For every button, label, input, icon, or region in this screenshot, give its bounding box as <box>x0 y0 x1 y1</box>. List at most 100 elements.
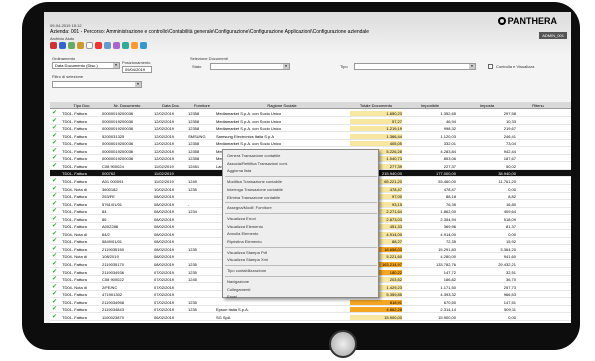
table-cell: 227,37 <box>443 163 456 169</box>
context-menu-item[interactable]: Visualizza Errori <box>227 215 377 222</box>
table-cell: TD01- Fattura <box>62 314 87 320</box>
context-menu-item[interactable]: Assegna/Modif. Fornitore <box>227 204 377 211</box>
context-menu-item[interactable]: Tipo contabilizzazione <box>227 267 377 274</box>
table-row[interactable]: ✔ TD01- Fattura 5200031325 12/02/2019 SMSUNG… <box>50 133 571 140</box>
table-cell: 12451 <box>188 163 200 169</box>
checkmark-icon: ✔ <box>52 117 58 124</box>
context-menu-item[interactable]: Associa/Rettifica Transazioni cont. <box>227 160 377 167</box>
table-cell: 12/02/2019 <box>154 126 175 132</box>
checkmark-icon: ✔ <box>52 276 58 283</box>
main-menu[interactable]: Archivio Aiuto <box>50 36 74 41</box>
table-row[interactable]: ✔ TD01- Fattura 00000019200036 12/02/2019 12… <box>50 118 571 125</box>
table-row[interactable]: ✔ TD01- Fattura 1100023870 06/02/2019 SG SpA… <box>50 314 571 321</box>
controlla-checkbox[interactable] <box>488 64 493 69</box>
table-cell: 2/FE/NC <box>102 284 118 290</box>
table-cell: 12358 <box>188 148 200 154</box>
table-cell: 64/2 <box>102 231 110 237</box>
table-cell: TD01- Fattura <box>62 216 87 222</box>
table-cell: 0,00 <box>508 186 516 192</box>
posizionamento-input[interactable]: 09/04/2019 <box>122 66 152 73</box>
table-cell: 72,35 <box>445 239 456 245</box>
table-row[interactable]: ✔ TD01- Fattura 2119034843 07/02/2019 1235 Ep… <box>50 306 571 314</box>
table-cell: C08 900022 <box>102 277 124 283</box>
menu-separator <box>225 265 377 267</box>
context-menu-item[interactable]: Excel <box>227 293 377 300</box>
checkmark-icon: ✔ <box>52 177 58 184</box>
table-cell: 12/02/2019 <box>154 133 175 139</box>
context-menu-item[interactable]: Genera Transazione contabile <box>227 152 377 159</box>
checkmark-icon: ✔ <box>52 110 58 116</box>
table-row[interactable]: ✔ TD01- Fattura 00000019200036 12/02/2019 12… <box>50 140 571 148</box>
table-cell: 12/02/2019 <box>154 148 175 154</box>
brand-logo: PANTHERA <box>497 16 557 26</box>
table-cell: 11.761,20 <box>498 178 517 184</box>
table-row[interactable]: ✔ TD01- Fattura 00000019200036 12/02/2019 12… <box>50 110 571 117</box>
new-icon[interactable] <box>59 42 66 49</box>
table-cell: 853,06 <box>443 156 456 162</box>
context-menu-item[interactable]: Visualizza Stampa Xml <box>227 256 377 263</box>
search-icon[interactable] <box>113 42 120 49</box>
home-button[interactable] <box>329 330 357 358</box>
table-cell: 941,60 <box>503 254 516 260</box>
column-header[interactable]: Tipo Doc. <box>62 103 102 108</box>
context-menu-item[interactable]: Visualizza Stampa Pdf <box>227 249 377 256</box>
table-cell: 76,35 <box>445 201 456 207</box>
context-menu-item[interactable]: Annulla Elemento <box>227 230 377 237</box>
ordinamento-select[interactable]: Data Documento (Disc.) ▼ <box>52 62 120 69</box>
copy-icon[interactable] <box>68 42 75 49</box>
context-menu-item[interactable]: Interroga Transazione contabile <box>227 186 377 193</box>
column-header[interactable]: Fornitore <box>188 103 216 108</box>
table-cell: 15.900,00 <box>438 314 456 320</box>
stato-select[interactable]: ▼ <box>210 63 290 70</box>
column-header[interactable]: Nr. Documento <box>102 103 152 108</box>
export-icon[interactable] <box>140 42 147 49</box>
table-cell: TD01- Fattura <box>62 156 87 162</box>
table-cell: 4.283,84 <box>440 148 456 154</box>
column-header[interactable]: Imponibile <box>404 103 456 108</box>
column-header[interactable]: Imposta <box>458 103 516 108</box>
menu-separator <box>225 202 377 204</box>
context-menu-item[interactable]: Collegamenti <box>227 286 377 293</box>
table-cell: 147,72 <box>443 269 456 275</box>
refresh-icon[interactable] <box>50 42 57 49</box>
column-header[interactable]: Ragione Sociale <box>216 103 348 108</box>
context-menu-item[interactable]: Aggiorna lista <box>227 167 377 174</box>
checkmark-icon: ✔ <box>52 253 58 260</box>
save-icon[interactable] <box>104 42 111 49</box>
edit-icon[interactable] <box>77 42 84 49</box>
table-cell: 08/02/2019 <box>154 254 175 260</box>
column-header[interactable]: Data Doc. <box>154 103 188 108</box>
checkmark-icon: ✔ <box>52 215 58 222</box>
tipo-select[interactable]: ▼ <box>354 63 476 70</box>
table-cell: TD01- Fattura <box>62 141 87 147</box>
checkmark-icon: ✔ <box>52 283 58 290</box>
table-cell: 2119035170 <box>102 262 124 267</box>
table-cell: 166,82 <box>443 277 456 283</box>
table-cell: 4.280,00 <box>440 254 456 260</box>
context-menu-item[interactable]: Ripristina Elemento <box>227 238 377 245</box>
delete-icon[interactable] <box>95 42 102 49</box>
table-cell: 1235 <box>188 299 197 305</box>
table-cell: 3.364,20 <box>500 246 516 252</box>
print-icon[interactable] <box>131 42 138 49</box>
view-icon[interactable] <box>86 42 93 49</box>
table-cell: 1.120,03 <box>440 133 456 139</box>
table-cell: TD01- Fattura <box>62 178 87 184</box>
context-menu-item[interactable]: Elimina Transazione contabile <box>227 194 377 201</box>
table-cell: 1235 <box>188 246 197 252</box>
table-cell: 07/02/2019 <box>154 284 175 290</box>
table-cell: TD01- Fattura <box>62 201 87 207</box>
table-cell: 08/02/2019 <box>154 201 175 207</box>
user-label: ADMIN_001 <box>539 32 567 39</box>
context-menu-item[interactable]: Visualizza Elemento <box>227 223 377 230</box>
table-cell: 187,67 <box>503 156 516 162</box>
table-cell: 409,64 <box>503 209 516 215</box>
column-header[interactable]: Totale Documento <box>350 103 402 108</box>
table-row[interactable]: ✔ TD01- Fattura 00000019200036 12/02/2019 12… <box>50 125 571 133</box>
filtro-select[interactable]: ▼ <box>52 81 142 88</box>
column-header[interactable]: Ritenu <box>518 103 558 108</box>
context-menu-item[interactable]: Navigazione <box>227 278 377 285</box>
filter-icon[interactable] <box>122 42 129 49</box>
context-menu-item[interactable]: Modifica Transazione contabile <box>227 178 377 185</box>
table-cell: TD01- Fattura <box>62 133 87 139</box>
